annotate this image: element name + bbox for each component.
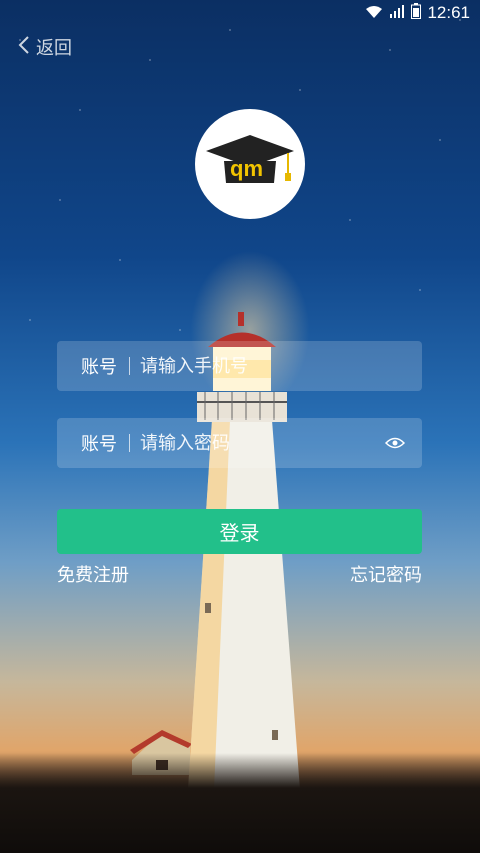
wifi-icon: [365, 4, 383, 23]
logo-text: qm: [230, 156, 263, 181]
app-logo: qm: [195, 109, 305, 219]
register-link[interactable]: 免费注册: [57, 561, 129, 587]
back-button[interactable]: 返回: [18, 34, 72, 60]
password-field: 账号: [57, 418, 422, 468]
forgot-password-link[interactable]: 忘记密码: [350, 561, 422, 587]
divider: [129, 434, 130, 452]
battery-icon: [411, 3, 422, 23]
password-input[interactable]: [140, 432, 384, 454]
chevron-left-icon: [18, 35, 30, 59]
phone-input[interactable]: [140, 355, 422, 377]
account-label: 账号: [81, 357, 117, 378]
login-button[interactable]: 登录: [57, 509, 422, 554]
signal-icon: [389, 4, 405, 23]
password-label: 账号: [81, 434, 117, 455]
status-bar: 12:61: [0, 0, 480, 26]
back-label: 返回: [36, 38, 72, 59]
account-field: 账号: [57, 341, 422, 391]
graduation-cap-icon: qm: [206, 135, 294, 183]
status-time: 12:61: [427, 3, 470, 22]
ground-silhouette: [0, 753, 480, 853]
eye-icon[interactable]: [384, 432, 406, 454]
divider: [129, 357, 130, 375]
